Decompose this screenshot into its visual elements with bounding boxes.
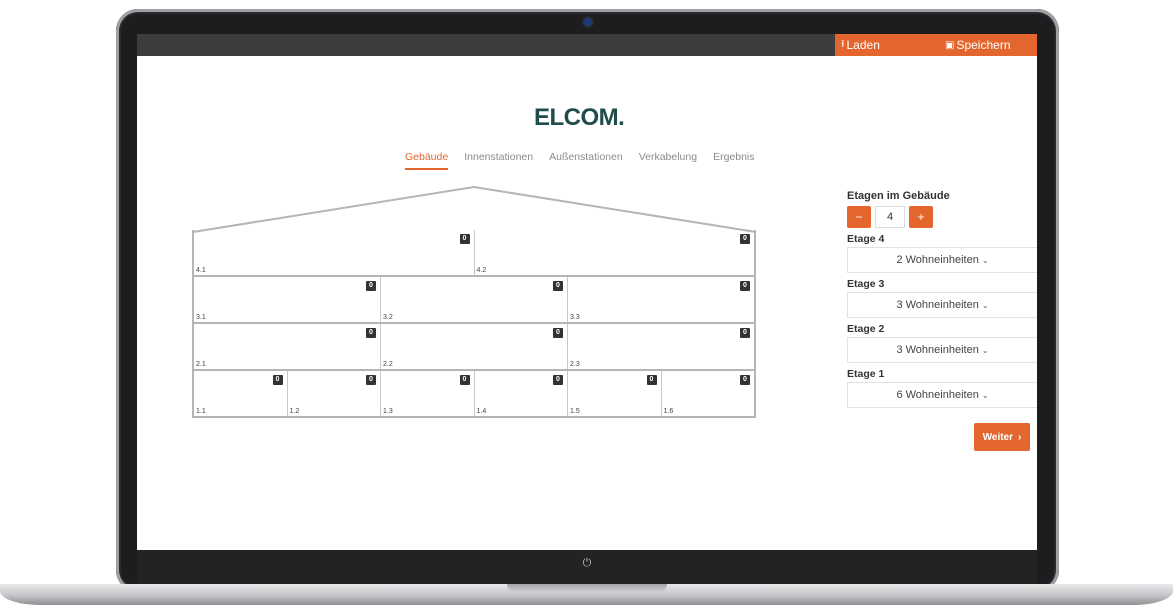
unit-count-badge: 0 — [366, 281, 376, 291]
unit-label: 2.1 — [196, 361, 206, 368]
unit-count-badge: 0 — [740, 328, 750, 338]
floor-2: 0 2.1 0 2.2 0 2.3 — [192, 324, 756, 371]
unit-3-3[interactable]: 0 3.3 — [568, 277, 754, 322]
floor-label-3: Etage 3 — [847, 278, 885, 290]
chevron-down-icon: ⌄ — [981, 300, 989, 310]
panel-title: Etagen im Gebäude — [847, 190, 950, 202]
floppy-disk-icon: ▣ — [945, 39, 955, 51]
floor-count-value[interactable]: 4 — [875, 206, 905, 228]
unit-count-badge: 0 — [459, 234, 470, 244]
building-roof — [192, 185, 757, 233]
unit-label: 3.3 — [570, 314, 580, 321]
power-icon: ⏻ — [582, 556, 592, 569]
chevron-down-icon: ⌄ — [981, 390, 989, 400]
unit-label: 4.2 — [476, 267, 487, 274]
unit-1-6[interactable]: 0 1.6 — [662, 371, 755, 416]
unit-3-2[interactable]: 0 3.2 — [381, 277, 568, 322]
unit-label: 4.1 — [196, 267, 206, 274]
unit-count-badge: 0 — [740, 234, 750, 244]
tab-aussenstationen[interactable]: Außenstationen — [549, 151, 623, 170]
next-button[interactable]: Weiter › — [974, 423, 1030, 451]
tab-gebaeude[interactable]: Gebäude — [405, 151, 449, 170]
floor-3: 0 3.1 0 3.2 0 3.3 — [192, 277, 756, 324]
floor-2-units-select[interactable]: 3 Wohneinheiten ⌄ — [847, 337, 1037, 363]
unit-label: 1.1 — [196, 408, 206, 415]
unit-count-badge: 0 — [740, 375, 750, 385]
unit-3-1[interactable]: 0 3.1 — [194, 277, 381, 322]
chevron-down-icon: ⌄ — [981, 345, 989, 355]
unit-4-1[interactable]: 0 4.1 — [194, 230, 475, 275]
unit-label: 3.2 — [383, 314, 393, 321]
unit-count-badge: 0 — [646, 375, 657, 385]
unit-2-1[interactable]: 0 2.1 — [194, 324, 381, 369]
floor-4-units-select[interactable]: 2 Wohneinheiten ⌄ — [847, 247, 1037, 273]
camera-icon — [584, 18, 592, 26]
unit-1-3[interactable]: 0 1.3 — [381, 371, 475, 416]
chevron-down-icon: ⌄ — [981, 255, 989, 265]
unit-1-2[interactable]: 0 1.2 — [288, 371, 381, 416]
unit-label: 1.4 — [476, 408, 487, 415]
unit-count-badge: 0 — [553, 281, 563, 291]
unit-count-badge: 0 — [459, 375, 470, 385]
floor-1-units-select[interactable]: 6 Wohneinheiten ⌄ — [847, 382, 1037, 408]
floor-label-4: Etage 4 — [847, 233, 885, 245]
tab-innenstationen[interactable]: Innenstationen — [464, 151, 533, 170]
unit-count-badge: 0 — [553, 328, 563, 338]
unit-1-5[interactable]: 0 1.5 — [568, 371, 662, 416]
load-label: Laden — [846, 38, 880, 52]
floor-1: 0 1.1 0 1.2 0 1.3 0 1.4 0 1.5 0 1.6 — [192, 371, 756, 418]
laptop-notch — [507, 584, 667, 592]
floor-label-1: Etage 1 — [847, 368, 885, 380]
floor-label-2: Etage 2 — [847, 323, 885, 335]
unit-count-badge: 0 — [553, 375, 563, 385]
unit-label: 1.6 — [663, 408, 674, 415]
floor-3-units-select[interactable]: 3 Wohneinheiten ⌄ — [847, 292, 1037, 318]
decrement-button[interactable]: − — [847, 206, 871, 228]
unit-1-4[interactable]: 0 1.4 — [475, 371, 568, 416]
unit-count-badge: 0 — [272, 375, 283, 385]
unit-1-1[interactable]: 0 1.1 — [194, 371, 288, 416]
save-button[interactable]: ▣ Speichern — [945, 38, 1011, 52]
building-diagram: 0 4.1 0 4.2 0 3.1 0 3.2 0 3.3 0 2.1 0 2.… — [192, 184, 757, 424]
upload-icon: ⭱ — [841, 38, 845, 50]
save-label: Speichern — [956, 38, 1011, 52]
select-value: 2 Wohneinheiten — [896, 254, 979, 266]
tab-verkabelung[interactable]: Verkabelung — [639, 151, 697, 170]
next-label: Weiter — [982, 431, 1014, 443]
floor-count-stepper: − 4 + — [847, 206, 1037, 228]
unit-label: 2.2 — [383, 361, 393, 368]
unit-label: 1.2 — [289, 408, 300, 415]
select-value: 6 Wohneinheiten — [896, 389, 979, 401]
select-value: 3 Wohneinheiten — [896, 299, 979, 311]
unit-2-2[interactable]: 0 2.2 — [381, 324, 568, 369]
floor-4: 0 4.1 0 4.2 — [192, 230, 756, 277]
brand-logo: ELCOM. — [534, 104, 625, 131]
top-bar: ⭱ Laden ▣ Speichern — [137, 34, 1037, 56]
unit-2-3[interactable]: 0 2.3 — [568, 324, 754, 369]
unit-count-badge: 0 — [740, 281, 750, 291]
load-button[interactable]: ⭱ Laden — [841, 37, 880, 54]
unit-label: 2.3 — [570, 361, 580, 368]
select-value: 3 Wohneinheiten — [896, 344, 979, 356]
unit-label: 1.5 — [570, 408, 580, 415]
unit-label: 3.1 — [196, 314, 206, 321]
unit-4-2[interactable]: 0 4.2 — [475, 230, 755, 275]
unit-label: 1.3 — [383, 408, 393, 415]
increment-button[interactable]: + — [909, 206, 933, 228]
step-tabs: Gebäude Innenstationen Außenstationen Ve… — [405, 151, 755, 170]
unit-count-badge: 0 — [366, 328, 376, 338]
app-screen: ⭱ Laden ▣ Speichern ELCOM. Gebäude Innen… — [137, 34, 1037, 550]
tab-ergebnis[interactable]: Ergebnis — [713, 151, 754, 170]
top-bar-actions: ⭱ Laden ▣ Speichern — [835, 34, 1037, 56]
chevron-right-icon: › — [1018, 431, 1022, 443]
unit-count-badge: 0 — [366, 375, 376, 385]
floor-config-panel: Etagen im Gebäude − 4 + Etage 4 2 Wohnei… — [847, 190, 1037, 408]
